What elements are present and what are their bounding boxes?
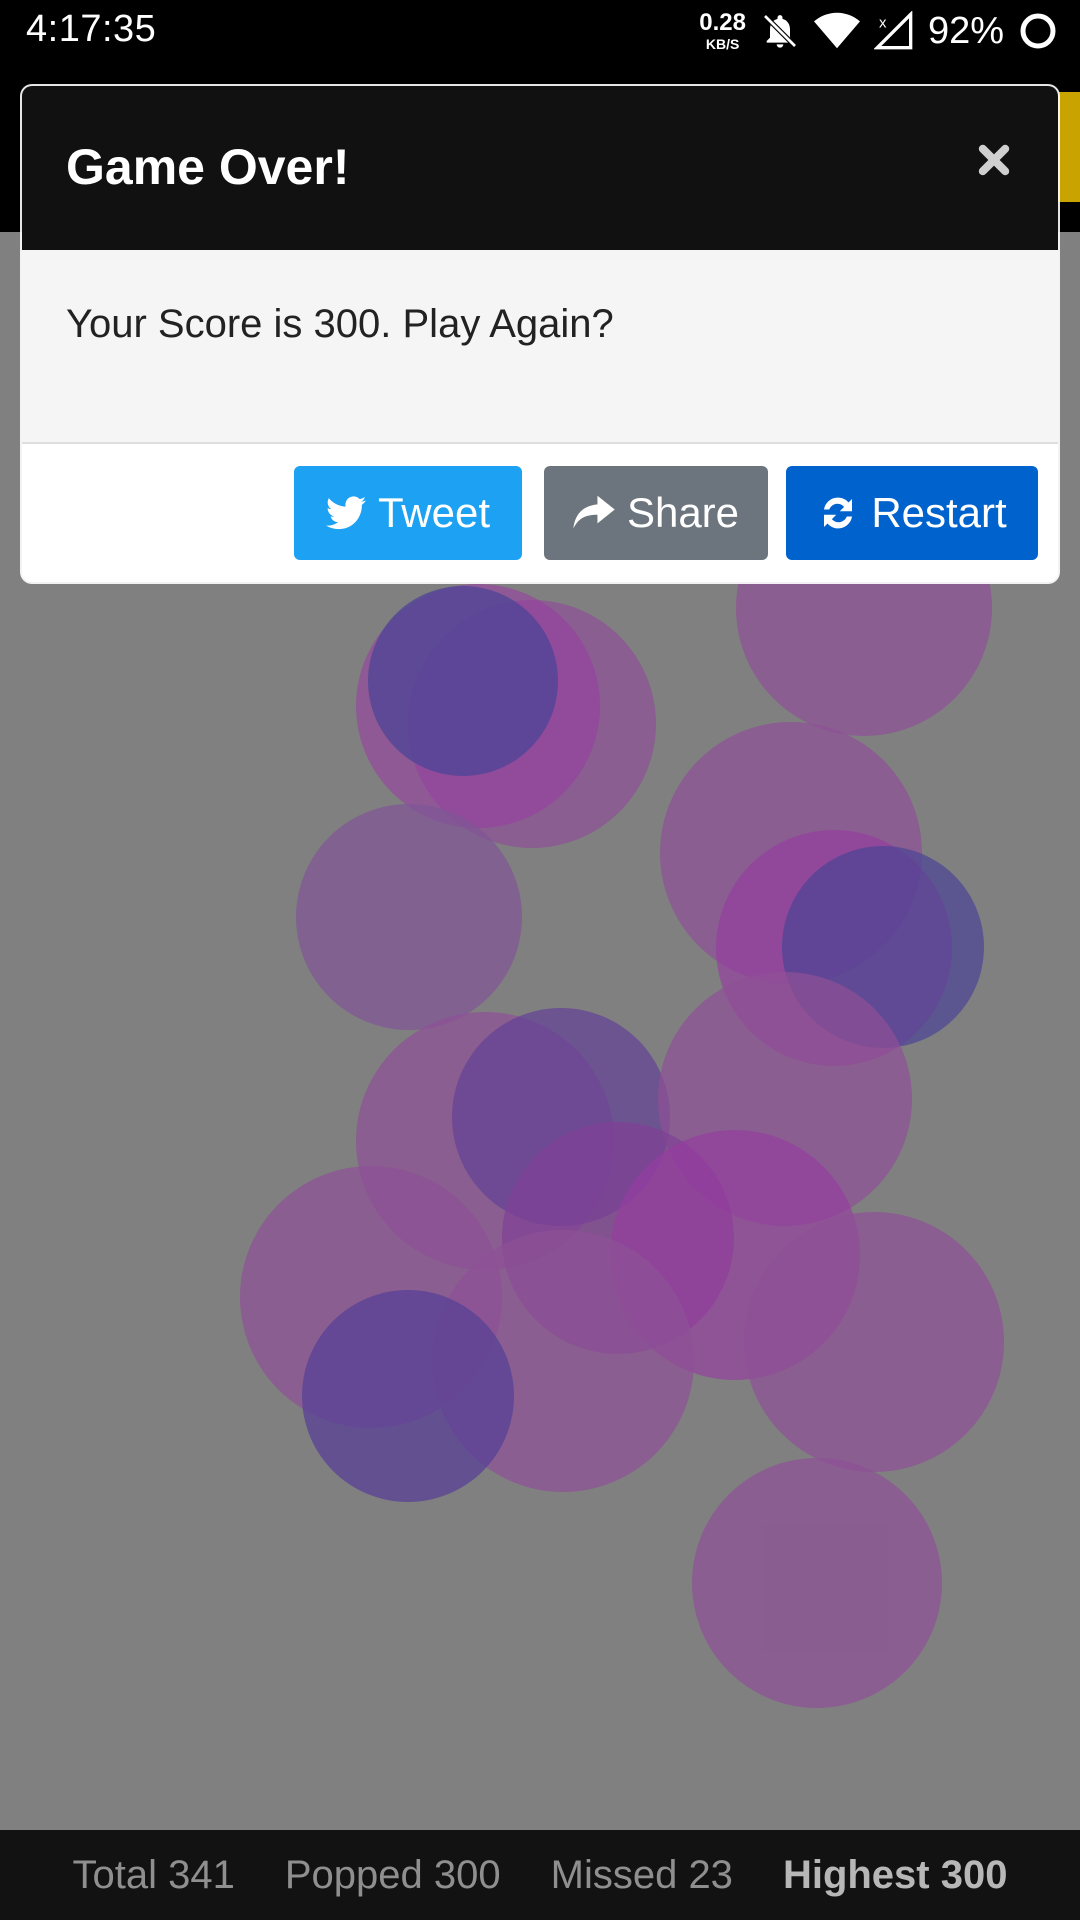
restart-label: Restart <box>871 489 1007 536</box>
balloon <box>744 1212 1004 1472</box>
svg-text:x: x <box>879 15 887 32</box>
stat-popped: Popped 300 <box>284 1852 501 1897</box>
tweet-label: Tweet <box>377 489 491 536</box>
share-icon <box>573 495 615 529</box>
stat-highest: Highest 300 <box>782 1852 1008 1897</box>
close-button[interactable] <box>972 138 1016 182</box>
game-over-modal: Game Over! Your Score is 300. Play Again… <box>22 86 1058 582</box>
status-bar: 4:17:35 0.28 KB/S x 92% <box>0 0 1080 62</box>
network-speed-value: 0.28 <box>699 9 746 36</box>
wifi-icon <box>813 11 860 51</box>
modal-body: Your Score is 300. Play Again? <box>22 250 1058 444</box>
network-speed: 0.28 KB/S <box>699 9 746 52</box>
network-speed-unit: KB/S <box>705 36 740 52</box>
tweet-button[interactable]: Tweet <box>294 466 522 560</box>
modal-title: Game Over! <box>66 139 350 195</box>
balloon <box>296 804 522 1030</box>
status-time: 4:17:35 <box>26 8 157 50</box>
balloon <box>692 1458 942 1708</box>
stat-missed: Missed 23 <box>550 1852 733 1897</box>
balloon <box>368 586 558 776</box>
restart-button[interactable]: Restart <box>786 466 1038 560</box>
stat-total: Total 341 <box>72 1852 235 1897</box>
refresh-icon <box>824 497 853 529</box>
stats-bar: Total 341 Popped 300 Missed 23 Highest 3… <box>0 1830 1080 1920</box>
battery-percent: 92% <box>927 9 1004 52</box>
share-button[interactable]: Share <box>544 466 768 560</box>
battery-ring-icon <box>1018 11 1058 51</box>
twitter-icon <box>325 496 366 530</box>
cell-signal-icon: x <box>873 11 914 51</box>
modal-header: Game Over! <box>22 86 1058 250</box>
share-label: Share <box>626 489 740 536</box>
status-icons: 0.28 KB/S x 92% <box>699 6 1058 56</box>
modal-message: Your Score is 300. Play Again? <box>66 302 614 346</box>
balloon <box>302 1290 514 1502</box>
close-icon <box>978 144 1010 176</box>
modal-footer: Tweet Share Restart <box>22 444 1058 582</box>
bell-muted-icon <box>760 11 800 51</box>
